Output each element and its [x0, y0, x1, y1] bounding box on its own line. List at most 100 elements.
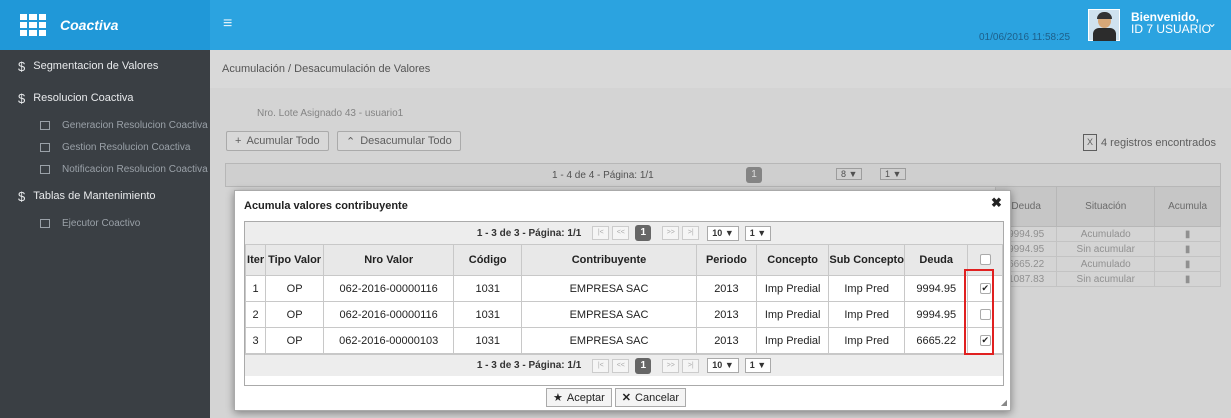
pager-text: 1 - 3 de 3 - Página: 1/1: [476, 360, 582, 371]
page-size-select[interactable]: 10 ▼: [707, 225, 739, 241]
current-page[interactable]: 1: [635, 225, 652, 241]
cell-concepto: Imp Predial: [755, 327, 830, 354]
cell-concepto: Imp Predial: [755, 301, 830, 328]
cell-periodo: 2013: [695, 327, 757, 354]
sidebar: $ Segmentacion de Valores $ Resolucion C…: [0, 50, 210, 418]
cancelar-button[interactable]: ✕ Cancelar: [614, 388, 687, 407]
cell-concepto: Imp Predial: [755, 275, 830, 302]
current-datetime: 01/06/2016 11:58:25: [979, 32, 1071, 43]
page-number-value: 1: [749, 360, 755, 370]
cell-codigo: 1031: [453, 327, 523, 354]
dollar-icon: $: [18, 90, 26, 106]
col-concepto: Concepto: [755, 244, 830, 276]
cell-nro-valor: 062-2016-00000116: [323, 301, 455, 328]
valores-table: Iter Tipo Valor Nro Valor Código Contrib…: [244, 244, 1003, 354]
prev-page-icon[interactable]: <<: [612, 358, 630, 373]
cell-contribuyente: EMPRESA SAC: [521, 327, 697, 354]
list-icon: [40, 218, 50, 228]
first-page-icon[interactable]: |<: [592, 358, 610, 373]
sidebar-item-ejecutor[interactable]: Ejecutor Coactivo: [0, 212, 210, 234]
cell-periodo: 2013: [695, 301, 757, 328]
table-row[interactable]: 3 OP 062-2016-00000103 1031 EMPRESA SAC 2013 I…: [244, 327, 1003, 354]
sidebar-section-resolucion[interactable]: $ Resolucion Coactiva: [0, 82, 210, 114]
col-codigo: Código: [453, 244, 523, 276]
cell-contribuyente: EMPRESA SAC: [521, 275, 697, 302]
user-welcome[interactable]: Bienvenido, ID 7 USUARIO: [1131, 11, 1211, 35]
sidebar-item-label: Notificacion Resolucion Coactiva: [62, 163, 208, 175]
select-all-checkbox[interactable]: [979, 254, 991, 266]
resize-grip-icon[interactable]: ◢: [1001, 398, 1007, 407]
cell-sub-concepto: Imp Pred: [828, 275, 905, 302]
sidebar-item-label: Gestion Resolucion Coactiva: [62, 141, 191, 153]
sidebar-section-label: Segmentacion de Valores: [33, 60, 159, 72]
pager-text: 1 - 3 de 3 - Página: 1/1: [476, 227, 582, 239]
table-row[interactable]: 1 OP 062-2016-00000116 1031 EMPRESA SAC 2013 I…: [244, 275, 1003, 302]
first-page-icon[interactable]: |<: [592, 226, 610, 240]
cell-codigo: 1031: [453, 275, 523, 302]
sidebar-section-tablas[interactable]: $ Tablas de Mantenimiento: [0, 180, 210, 212]
page-number-select[interactable]: 1 ▼: [744, 358, 772, 373]
sidebar-item-label: Generacion Resolucion Coactiva: [62, 119, 208, 131]
sidebar-section-label: Tablas de Mantenimiento: [33, 190, 156, 202]
dialog-title: Acumula valores contribuyente: [244, 200, 408, 212]
close-icon[interactable]: ✖: [991, 195, 1002, 211]
cell-sub-concepto: Imp Pred: [828, 301, 905, 328]
app-name: Coactiva: [60, 17, 119, 33]
prev-page-icon[interactable]: <<: [612, 226, 630, 240]
user-avatar[interactable]: [1088, 9, 1120, 41]
col-deuda: Deuda: [903, 244, 969, 276]
col-tipo-valor: Tipo Valor: [265, 244, 325, 276]
cell-codigo: 1031: [453, 301, 523, 328]
cell-deuda: 9994.95: [903, 301, 969, 328]
table-row[interactable]: 2 OP 062-2016-00000116 1031 EMPRESA SAC 2013 I…: [244, 301, 1003, 328]
cell-iter: 2: [244, 301, 267, 328]
dialog-pager-top: 1 - 3 de 3 - Página: 1/1 |< << 1 >> >| 1…: [245, 222, 1003, 244]
page-size-value: 10: [712, 360, 723, 370]
next-page-icon[interactable]: >>: [662, 226, 680, 240]
dialog-pager-bottom: 1 - 3 de 3 - Página: 1/1 |< << 1 >> >| 1…: [245, 354, 1003, 376]
page-size-select[interactable]: 10 ▼: [707, 358, 739, 373]
highlight-box: [964, 269, 994, 355]
app-logo[interactable]: Coactiva: [0, 0, 210, 50]
last-page-icon[interactable]: >|: [682, 226, 700, 240]
list-icon: [40, 164, 50, 174]
sidebar-item-generacion[interactable]: Generacion Resolucion Coactiva: [0, 114, 210, 136]
cell-sub-concepto: Imp Pred: [828, 327, 905, 354]
top-bar: Coactiva ≡ 01/06/2016 11:58:25 Bienvenid…: [0, 0, 1231, 50]
sidebar-section-segmentacion[interactable]: $ Segmentacion de Valores: [0, 50, 210, 82]
cell-deuda: 6665.22: [903, 327, 969, 354]
dialog-buttons: ★ Aceptar ✕ Cancelar: [546, 388, 687, 407]
star-icon: ★: [553, 392, 563, 404]
cell-nro-valor: 062-2016-00000103: [323, 327, 455, 354]
col-periodo: Periodo: [695, 244, 757, 276]
cell-iter: 3: [244, 327, 267, 354]
button-label: Cancelar: [635, 391, 680, 404]
acumula-dialog: Acumula valores contribuyente ✖ 1 - 3 de…: [234, 190, 1011, 411]
chevron-down-icon[interactable]: ⌄: [1207, 16, 1217, 30]
sidebar-item-label: Ejecutor Coactivo: [62, 217, 141, 229]
col-iter: Iter: [244, 244, 267, 276]
breadcrumb: Acumulación / Desacumulación de Valores: [210, 50, 1231, 88]
menu-toggle-icon[interactable]: ≡: [223, 15, 232, 33]
sidebar-section-label: Resolucion Coactiva: [33, 92, 134, 104]
next-page-icon[interactable]: >>: [662, 358, 680, 373]
list-icon: [40, 142, 50, 152]
cell-nro-valor: 062-2016-00000116: [323, 275, 455, 302]
sidebar-item-notificacion[interactable]: Notificacion Resolucion Coactiva: [0, 158, 210, 180]
aceptar-button[interactable]: ★ Aceptar: [546, 388, 612, 407]
cell-tipo-valor: OP: [265, 301, 325, 328]
col-nro-valor: Nro Valor: [323, 244, 455, 276]
cell-periodo: 2013: [695, 275, 757, 302]
col-contribuyente: Contribuyente: [521, 244, 697, 276]
dollar-icon: $: [18, 188, 26, 204]
cell-tipo-valor: OP: [265, 327, 325, 354]
cell-contribuyente: EMPRESA SAC: [521, 301, 697, 328]
cell-deuda: 9994.95: [903, 275, 969, 302]
sidebar-item-gestion[interactable]: Gestion Resolucion Coactiva: [0, 136, 210, 158]
last-page-icon[interactable]: >|: [682, 358, 700, 373]
dollar-icon: $: [18, 58, 26, 74]
page-number-select[interactable]: 1 ▼: [744, 225, 772, 241]
page-size-value: 10: [712, 227, 723, 238]
button-label: Aceptar: [566, 391, 605, 404]
current-page[interactable]: 1: [635, 357, 652, 374]
